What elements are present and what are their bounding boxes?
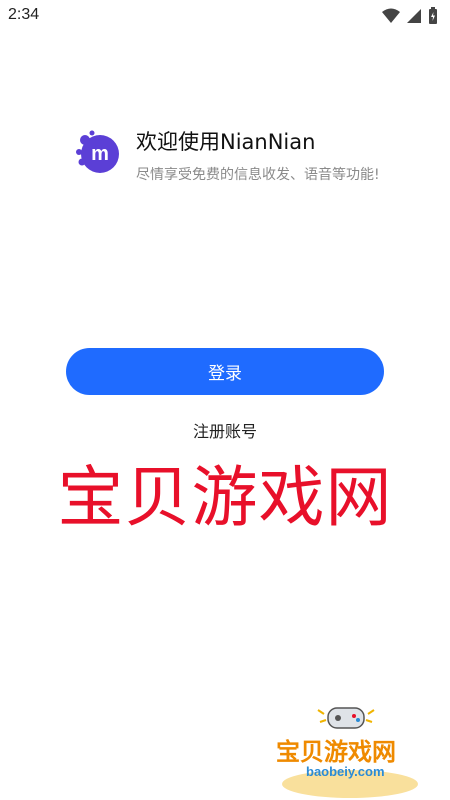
welcome-header: m 欢迎使用NianNian 尽情享受免费的信息收发、语音等功能! [70,126,430,186]
watermark-corner-title: 宝贝游戏网 [276,739,396,766]
page-title: 欢迎使用NianNian [136,130,316,154]
status-time: 2:34 [8,6,40,23]
svg-text:m: m [91,143,109,165]
status-icons [382,7,438,29]
battery-charging-icon [428,7,438,29]
cellular-signal-icon [406,8,422,28]
wifi-icon [382,8,400,28]
login-button[interactable]: 登录 [66,348,384,395]
page-subtitle: 尽情享受免费的信息收发、语音等功能! [136,167,380,183]
status-bar: 2:34 [0,0,450,32]
app-logo-icon: m [70,126,126,182]
watermark-text: 宝贝游戏网 [57,460,393,534]
login-button-label: 登录 [208,364,242,384]
watermark-logo: 宝贝游戏网 baobeiy.com [270,700,430,800]
watermark-site: baobeiy.com [306,764,385,779]
register-account-link[interactable]: 注册账号 [0,418,450,442]
